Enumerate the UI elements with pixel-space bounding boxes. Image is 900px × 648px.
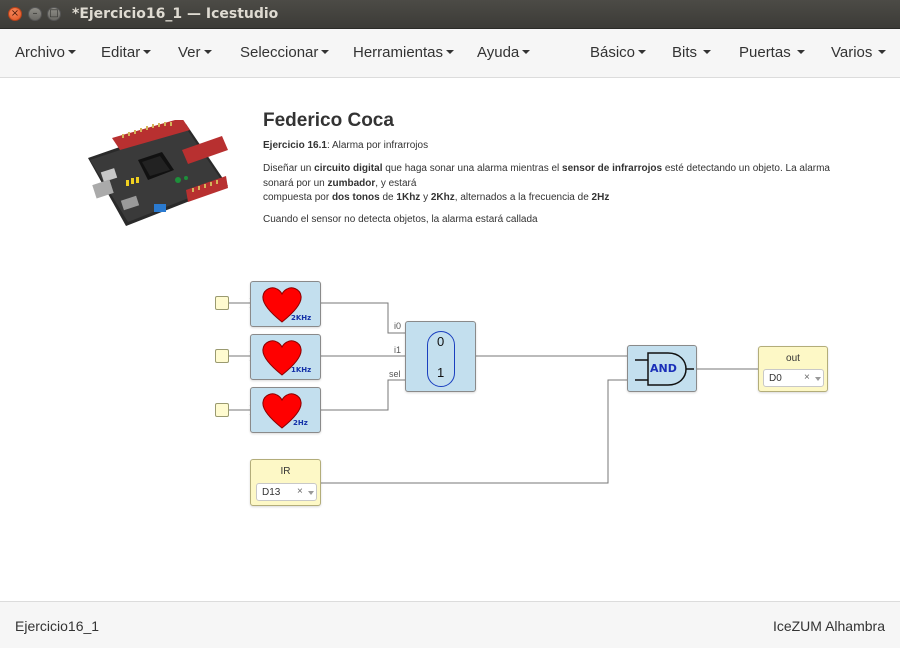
exercise-heading: Ejercicio 16.1: Alarma por infrarrojos xyxy=(263,140,428,151)
menu-ver-label: Ver xyxy=(178,44,201,61)
description-emphasis: 2Khz xyxy=(430,192,455,203)
menu-archivo[interactable]: Archivo xyxy=(15,44,77,61)
window-minimize-button[interactable]: – xyxy=(28,7,42,21)
exercise-note: Cuando el sensor no detecta objetos, la … xyxy=(263,214,538,225)
description-text: y xyxy=(420,192,431,203)
mux-input-0: 0 xyxy=(437,334,445,349)
project-author: Federico Coca xyxy=(263,110,394,131)
exercise-label: Ejercicio 16.1 xyxy=(263,140,327,151)
chevron-down-icon xyxy=(522,50,531,54)
menu-seleccionar-label: Seleccionar xyxy=(240,44,319,61)
mux-block[interactable]: 0 1 xyxy=(405,321,476,392)
description-text: compuesta por xyxy=(263,192,332,203)
window-close-button[interactable]: × xyxy=(8,7,22,21)
mux-port-i0-label: i0 xyxy=(394,321,402,331)
menu-ver[interactable]: Ver xyxy=(178,44,212,61)
input-ir-pin-value: D13 xyxy=(262,487,281,498)
menu-editar-label: Editar xyxy=(101,44,141,61)
menu-seleccionar[interactable]: Seleccionar xyxy=(240,44,330,61)
chevron-down-icon xyxy=(638,50,647,54)
input-ir-pin-select[interactable]: D13 × xyxy=(256,483,317,501)
chevron-down-icon xyxy=(143,50,152,54)
description-text: que haga sonar una alarma mientras el xyxy=(382,163,563,174)
description-emphasis: zumbador xyxy=(327,177,376,189)
clear-icon[interactable]: × xyxy=(804,372,810,383)
chevron-down-icon xyxy=(68,50,77,54)
heart-block-2khz[interactable]: 2KHz xyxy=(250,281,321,327)
chevron-down-icon xyxy=(796,50,805,54)
clear-icon[interactable]: × xyxy=(297,486,303,497)
menu-puertas-label: Puertas xyxy=(739,44,791,61)
chevron-down-icon xyxy=(203,50,212,54)
output-out-pin-select[interactable]: D0 × xyxy=(763,369,824,387)
description-emphasis: dos tonos xyxy=(331,192,380,203)
menu-herramientas[interactable]: Herramientas xyxy=(353,44,455,61)
input-ir-name: IR xyxy=(280,466,291,477)
mux-input-1: 1 xyxy=(437,365,445,380)
chevron-down-icon xyxy=(446,50,455,54)
description-emphasis: circuito digital xyxy=(314,163,383,174)
input-ir-block[interactable]: IR D13 × xyxy=(250,459,321,506)
chevron-down-icon xyxy=(321,50,330,54)
fpga-board-image xyxy=(88,120,228,226)
chevron-down-icon[interactable] xyxy=(308,491,314,495)
window-title: *Ejercicio16_1 — Icestudio xyxy=(72,6,279,22)
description-text: , alternados a la frecuencia de xyxy=(454,192,592,203)
menu-bits[interactable]: Bits xyxy=(672,44,712,61)
description-text: , y estará xyxy=(375,177,417,189)
menu-ayuda-label: Ayuda xyxy=(477,44,520,61)
input-port-2hz[interactable] xyxy=(215,403,229,417)
output-out-pin-value: D0 xyxy=(769,373,782,384)
and-gate-label: AND xyxy=(650,362,677,375)
input-port-2khz[interactable] xyxy=(215,296,229,310)
menu-archivo-label: Archivo xyxy=(15,44,66,61)
menu-bar: Archivo Editar Ver Seleccionar Herramien… xyxy=(0,29,900,78)
mux-port-i1-label: i1 xyxy=(394,345,402,355)
description-emphasis: 2Hz xyxy=(591,192,610,203)
menu-ayuda[interactable]: Ayuda xyxy=(477,44,531,61)
and-gate-block[interactable]: AND xyxy=(627,345,697,392)
description-emphasis: 1Khz xyxy=(396,192,421,203)
heart-label: 1KHz xyxy=(291,366,312,374)
menu-bits-label: Bits xyxy=(672,44,698,61)
window-titlebar: × – □ *Ejercicio16_1 — Icestudio xyxy=(0,0,900,29)
menu-varios[interactable]: Varios xyxy=(831,44,887,61)
menu-basico[interactable]: Básico xyxy=(590,44,647,61)
exercise-description: Diseñar un circuito digital que haga son… xyxy=(263,162,843,206)
status-bar: Ejercicio16_1 IceZUM Alhambra xyxy=(0,601,900,648)
heart-block-2hz[interactable]: 2Hz xyxy=(250,387,321,433)
status-board-name[interactable]: IceZUM Alhambra xyxy=(773,618,885,634)
chevron-down-icon xyxy=(878,50,887,54)
output-out-block[interactable]: out D0 × xyxy=(758,346,828,392)
chevron-down-icon xyxy=(703,50,712,54)
exercise-title: : Alarma por infrarrojos xyxy=(326,140,429,151)
heart-label: 2KHz xyxy=(291,314,312,322)
mux-port-sel-label: sel xyxy=(389,369,401,379)
input-port-1khz[interactable] xyxy=(215,349,229,363)
window-maximize-button[interactable]: □ xyxy=(47,7,61,21)
menu-basico-label: Básico xyxy=(590,44,636,61)
description-text: Diseñar un xyxy=(263,163,315,174)
output-out-name: out xyxy=(786,353,800,364)
chevron-down-icon[interactable] xyxy=(815,377,821,381)
status-project-name: Ejercicio16_1 xyxy=(15,618,100,634)
menu-puertas[interactable]: Puertas xyxy=(739,44,805,61)
heart-label: 2Hz xyxy=(293,419,308,427)
description-emphasis: sensor de infrarrojos xyxy=(562,163,663,174)
heart-block-1khz[interactable]: 1KHz xyxy=(250,334,321,380)
description-text: de xyxy=(379,192,397,203)
menu-varios-label: Varios xyxy=(831,44,873,61)
menu-herramientas-label: Herramientas xyxy=(353,44,444,61)
menu-editar[interactable]: Editar xyxy=(101,44,152,61)
